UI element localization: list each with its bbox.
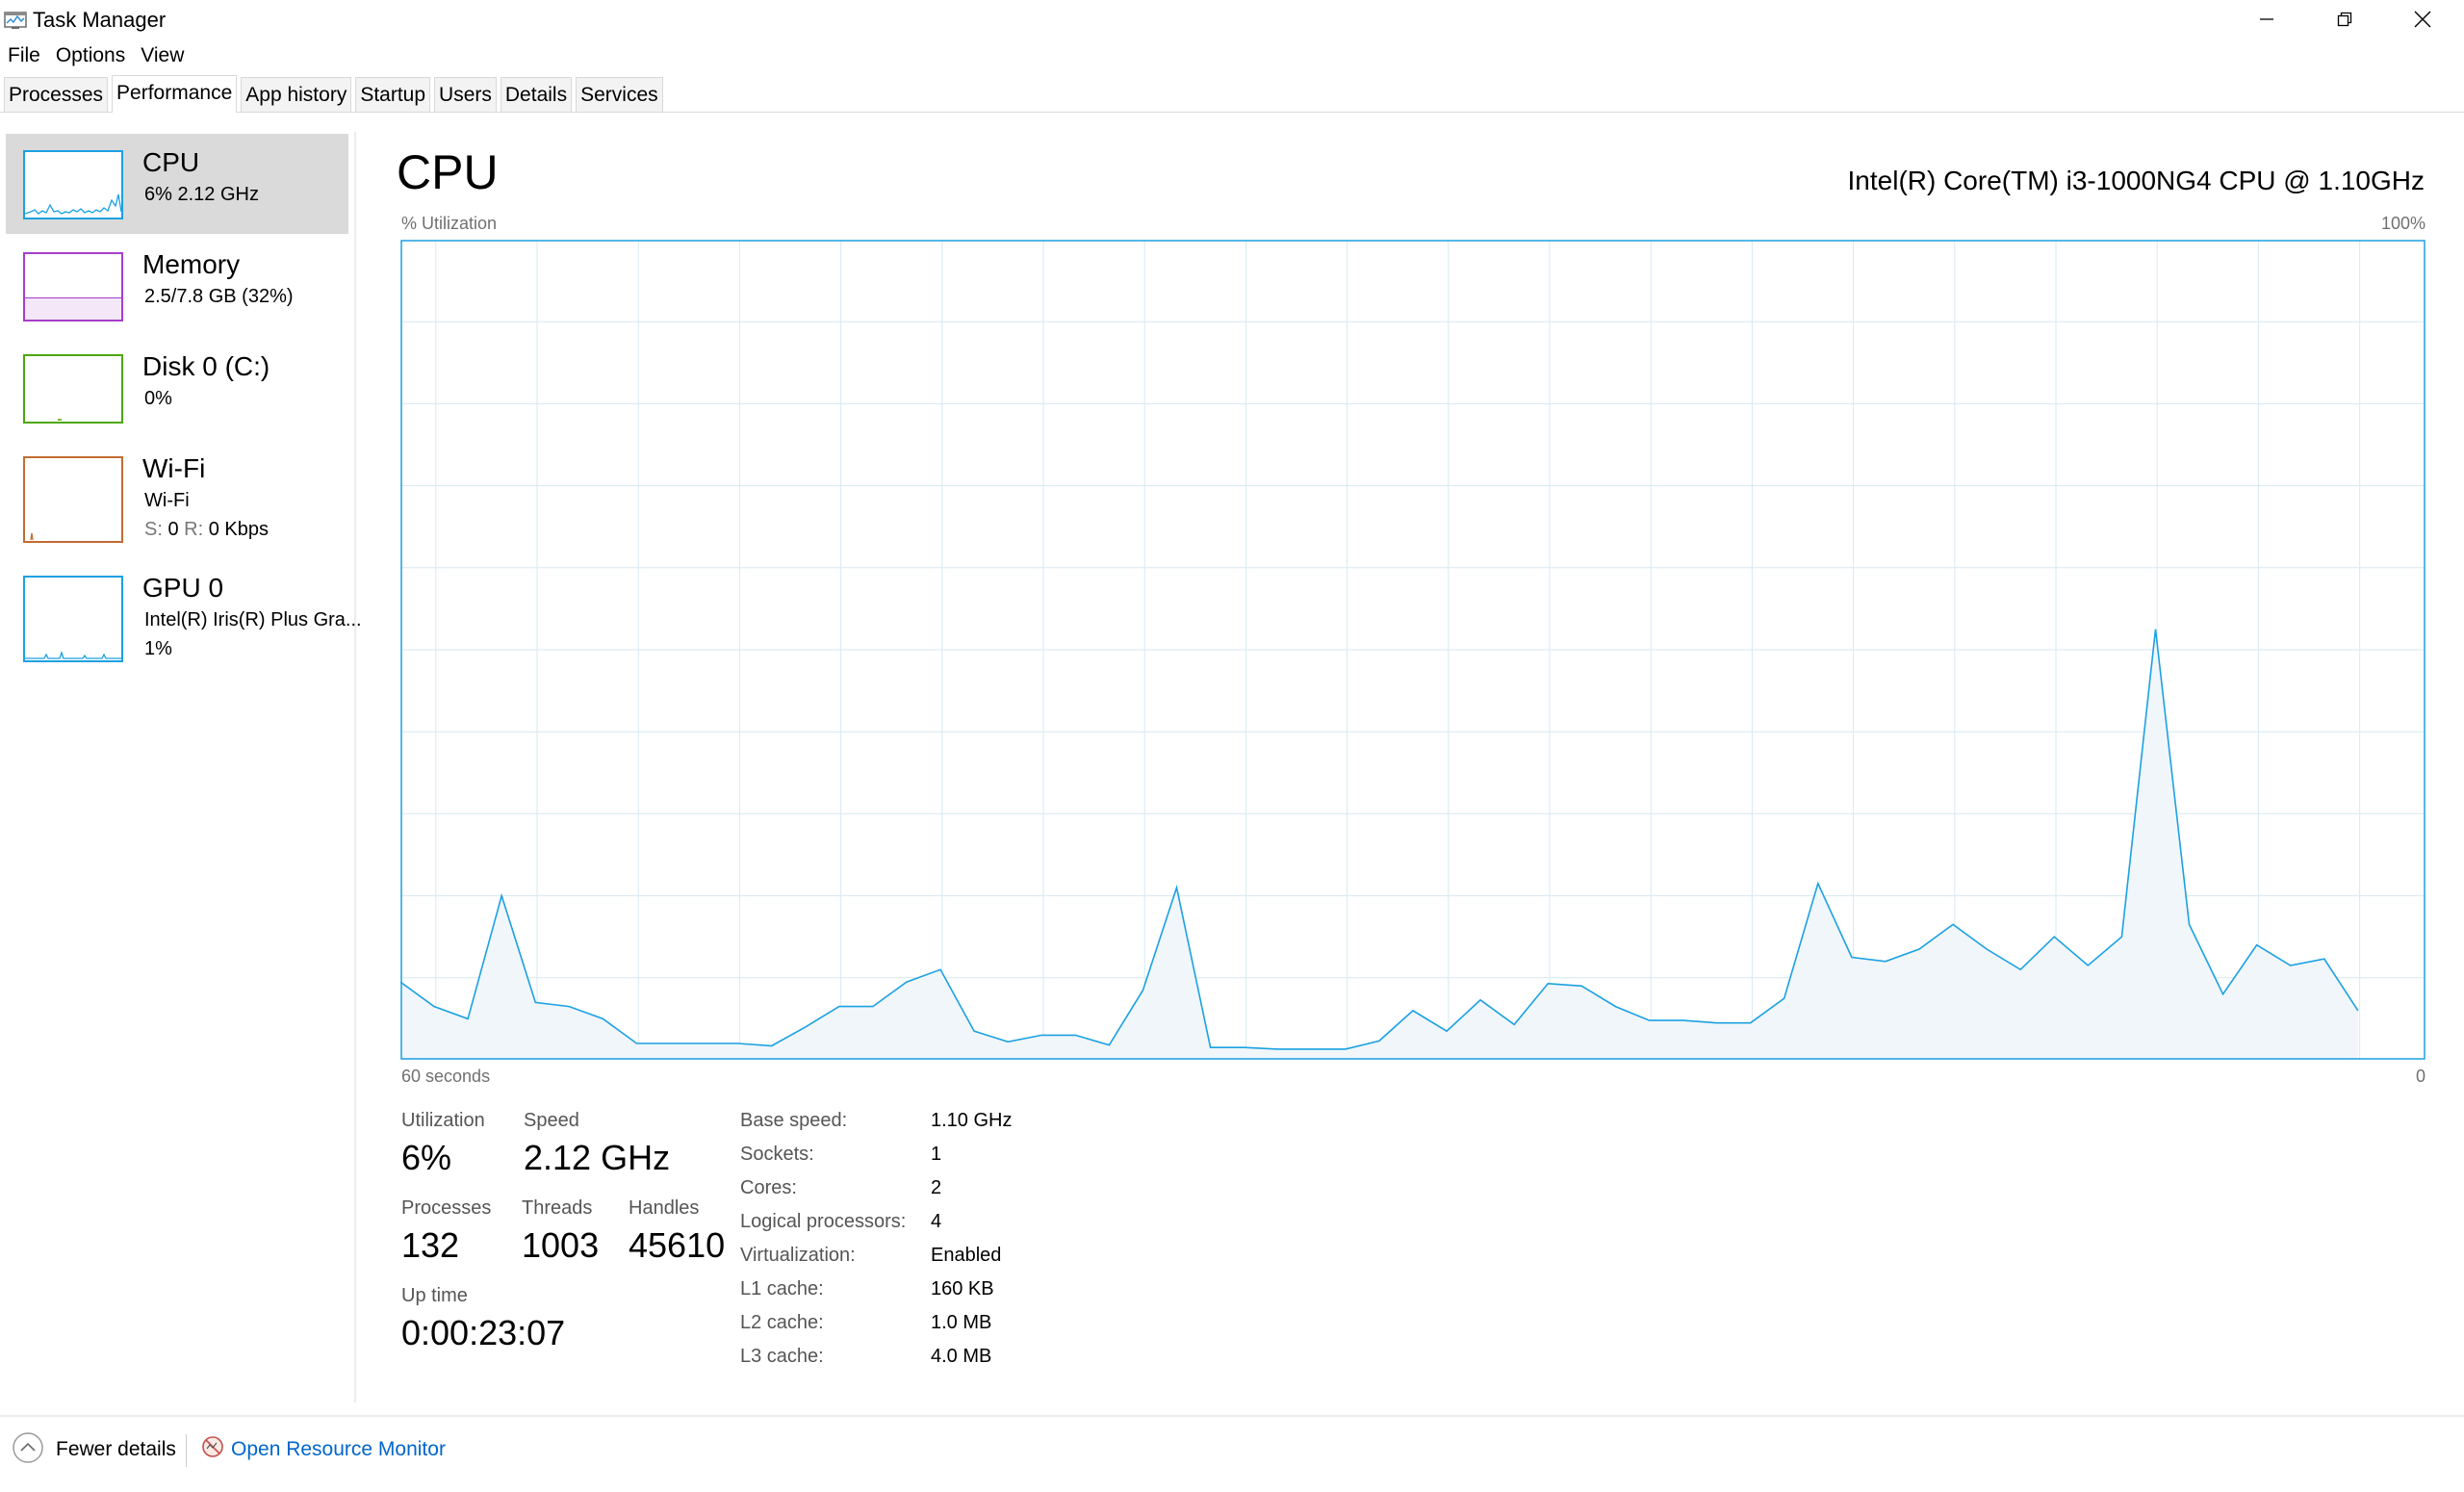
handles-label: Handles: [629, 1197, 700, 1219]
handles-value: 45610: [629, 1225, 726, 1265]
cpu-utilization-area: [400, 629, 2358, 1060]
sidebar-cpu-title: CPU: [142, 147, 200, 177]
menu-bar: File Options View: [0, 40, 192, 69]
tab-processes[interactable]: Processes: [4, 77, 109, 112]
spec-l2-cache-value: 1.0 MB: [931, 1312, 992, 1333]
wifi-send-label: S:: [144, 519, 163, 540]
close-button[interactable]: [2383, 0, 2462, 39]
cpu-thumbnail-graph: [23, 150, 123, 219]
speed-value: 2.12 GHz: [524, 1138, 671, 1177]
wifi-thumbnail-graph: [23, 456, 123, 543]
restore-button[interactable]: [2305, 0, 2384, 39]
menu-view[interactable]: View: [133, 40, 192, 69]
spec-logical-processors-value: 4: [931, 1211, 942, 1232]
gpu-thumbnail-graph: [23, 576, 123, 662]
spec-logical-processors-label: Logical processors:: [740, 1211, 907, 1232]
processes-value: 132: [401, 1225, 460, 1265]
tab-details[interactable]: Details: [500, 77, 573, 112]
uptime-label: Up time: [401, 1285, 468, 1306]
footer-bar: Fewer details Open Resource Monitor: [0, 1415, 2464, 1492]
cpu-utilization-graph: [400, 240, 2426, 1060]
graph-xright-label: 0: [2415, 1067, 2426, 1086]
spec-virtualization-label: Virtualization:: [740, 1245, 856, 1266]
tab-performance[interactable]: Performance: [112, 75, 238, 113]
close-icon: [2414, 11, 2431, 28]
spec-l2-cache-label: L2 cache:: [740, 1312, 824, 1333]
spec-base-speed-value: 1.10 GHz: [931, 1110, 1013, 1131]
sidebar-wifi-throughput: S: 0 R: 0 Kbps: [144, 519, 269, 541]
wifi-recv-label: R:: [184, 519, 204, 540]
processes-label: Processes: [401, 1197, 492, 1219]
uptime-value: 0:00:23:07: [401, 1313, 566, 1352]
threads-value: 1003: [522, 1225, 600, 1265]
sidebar-gpu-sub1: Intel(R) Iris(R) Plus Gra...: [144, 609, 362, 630]
wifi-recv-value: 0 Kbps: [208, 519, 269, 540]
cpu-model-name: Intel(R) Core(TM) i3-1000NG4 CPU @ 1.10G…: [1847, 166, 2425, 195]
spec-cores-value: 2: [931, 1177, 942, 1198]
task-manager-icon: [4, 12, 27, 29]
sidebar-disk-sub: 0%: [144, 388, 172, 409]
tab-app-history[interactable]: App history: [241, 77, 352, 112]
minimize-icon: [2260, 18, 2273, 20]
footer-divider: [186, 1434, 187, 1467]
sidebar-disk-title: Disk 0 (C:): [142, 351, 270, 381]
sidebar-memory-sub: 2.5/7.8 GB (32%): [144, 286, 294, 307]
spec-cores-label: Cores:: [740, 1177, 797, 1198]
resource-monitor-icon[interactable]: [200, 1434, 225, 1459]
graph-xleft-label: 60 seconds: [401, 1067, 491, 1086]
threads-label: Threads: [522, 1197, 593, 1219]
chevron-up-icon[interactable]: [12, 1431, 44, 1464]
sidebar-item-cpu[interactable]: CPU 6% 2.12 GHz: [6, 134, 348, 234]
spec-sockets-label: Sockets:: [740, 1144, 814, 1165]
minimize-button[interactable]: [2227, 0, 2306, 39]
memory-thumbnail-graph: [23, 252, 123, 322]
spec-l3-cache-value: 4.0 MB: [931, 1346, 992, 1367]
sidebar-item-wifi[interactable]: Wi-Fi Wi-Fi S: 0 R: 0 Kbps: [6, 440, 348, 552]
sidebar-memory-title: Memory: [142, 249, 241, 279]
spec-sockets-value: 1: [931, 1144, 942, 1165]
fewer-details-button[interactable]: Fewer details: [56, 1438, 176, 1461]
spec-l1-cache-label: L1 cache:: [740, 1278, 824, 1299]
tab-startup[interactable]: Startup: [355, 77, 431, 112]
utilization-label: Utilization: [401, 1110, 485, 1131]
disk-thumbnail-graph: [23, 354, 123, 424]
resource-sidebar: CPU 6% 2.12 GHz Memory 2.5/7.8 GB (32%) …: [0, 132, 362, 1402]
title-bar: Task Manager: [0, 0, 2464, 42]
tab-users[interactable]: Users: [434, 77, 497, 112]
spec-l1-cache-value: 160 KB: [931, 1278, 994, 1299]
tab-bar: Processes Performance App history Startu…: [0, 75, 2464, 113]
graph-ylabel: % Utilization: [401, 214, 498, 233]
sidebar-item-disk[interactable]: Disk 0 (C:) 0%: [6, 338, 348, 438]
restore-icon: [2337, 12, 2352, 27]
speed-label: Speed: [524, 1110, 579, 1131]
tab-services[interactable]: Services: [576, 77, 663, 112]
spec-base-speed-label: Base speed:: [740, 1110, 848, 1131]
sidebar-item-memory[interactable]: Memory 2.5/7.8 GB (32%): [6, 236, 348, 336]
page-title: CPU: [397, 145, 499, 199]
menu-options[interactable]: Options: [48, 40, 133, 69]
sidebar-cpu-sub: 6% 2.12 GHz: [144, 184, 259, 205]
utilization-value: 6%: [401, 1138, 452, 1177]
menu-file[interactable]: File: [0, 40, 48, 69]
sidebar-item-gpu[interactable]: GPU 0 Intel(R) Iris(R) Plus Gra... 1%: [6, 559, 362, 671]
wifi-send-value: 0: [167, 519, 179, 540]
window-title: Task Manager: [33, 8, 167, 32]
graph-ymax-label: 100%: [2380, 214, 2426, 233]
spec-virtualization-value: Enabled: [931, 1245, 1002, 1266]
open-resource-monitor-link[interactable]: Open Resource Monitor: [231, 1438, 446, 1461]
sidebar-wifi-title: Wi-Fi: [142, 453, 206, 483]
memory-fill: [25, 297, 121, 320]
spec-l3-cache-label: L3 cache:: [740, 1346, 824, 1367]
sidebar-gpu-title: GPU 0: [142, 573, 224, 603]
sidebar-gpu-sub2: 1%: [144, 638, 172, 659]
sidebar-wifi-sub: Wi-Fi: [144, 490, 190, 511]
